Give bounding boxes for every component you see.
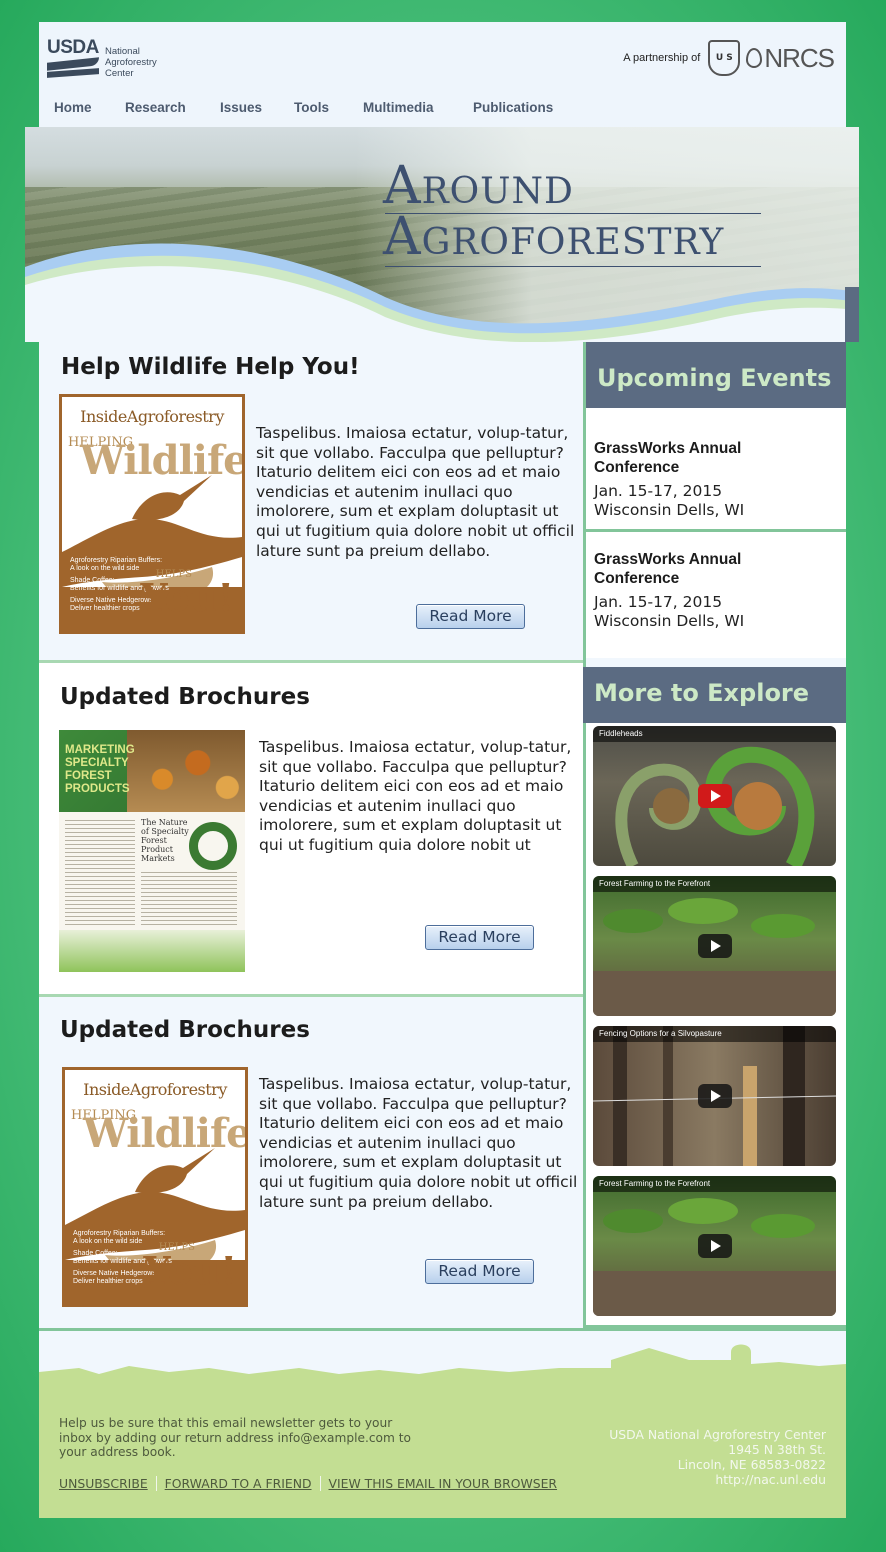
footer: Help us be sure that this email newslett…: [39, 1328, 846, 1518]
sidebar: Upcoming Events GrassWorks Annual Confer…: [583, 342, 846, 1328]
usda-logo-icon: USDA: [47, 38, 101, 78]
forward-link[interactable]: FORWARD TO A FRIEND: [155, 1476, 320, 1491]
read-more-button[interactable]: Read More: [416, 604, 525, 629]
video-thumbnail[interactable]: Fiddleheads: [593, 726, 836, 866]
video-thumbnail[interactable]: Forest Farming to the Forefront: [593, 1176, 836, 1316]
farm-silhouette-decoration: [39, 1344, 846, 1408]
nav-publications[interactable]: Publications: [473, 100, 553, 120]
video-thumbnail[interactable]: Fencing Options for a Silvopasture: [593, 1026, 836, 1166]
partnership-label: A partnership of: [623, 52, 701, 64]
footer-address: USDA National Agroforestry Center 1945 N…: [609, 1427, 826, 1487]
article-heading: Help Wildlife Help You!: [61, 354, 360, 380]
partnership: A partnership of U S NRCS: [623, 40, 835, 76]
forest-service-shield-icon[interactable]: U S: [708, 40, 741, 76]
upcoming-events-header: Upcoming Events: [586, 342, 846, 408]
nav-research[interactable]: Research: [125, 100, 186, 120]
article-body: Taspelibus. Imaiosa ectatur, volup-tatur…: [259, 738, 572, 854]
play-icon[interactable]: [697, 1084, 732, 1108]
article-heading: Updated Brochures: [60, 1017, 310, 1043]
inside-agroforestry-cover-image[interactable]: InsideAgroforestry HELPING Wildlife Agro…: [62, 1067, 248, 1307]
inside-agroforestry-cover-image[interactable]: InsideAgroforestry HELPING Wildlife Agro…: [59, 394, 245, 634]
play-icon[interactable]: [697, 1234, 732, 1258]
usda-nac-logo[interactable]: USDA National Agroforestry Center: [47, 38, 157, 79]
video-thumbnail[interactable]: Forest Farming to the Forefront: [593, 876, 836, 1016]
nav-multimedia[interactable]: Multimedia: [363, 100, 434, 120]
article-body: Taspelibus. Imaiosa ectatur, volup-tatur…: [259, 1075, 578, 1211]
nrcs-drop-icon: [746, 48, 763, 68]
specialty-forest-products-brochure-image[interactable]: MARKETING SPECIALTY FOREST PRODUCTS The …: [59, 730, 245, 972]
unsubscribe-link[interactable]: UNSUBSCRIBE: [59, 1476, 156, 1491]
newsletter-page: USDA National Agroforestry Center A part…: [25, 22, 859, 1518]
read-more-button[interactable]: Read More: [425, 925, 534, 950]
banner-wave-decoration: [25, 243, 859, 342]
read-more-button[interactable]: Read More: [425, 1259, 534, 1284]
article-updated-brochures-2: Updated Brochures InsideAgroforestry HEL…: [39, 997, 583, 1328]
article-body: Taspelibus. Imaiosa ectatur, volup-tatur…: [256, 424, 575, 560]
article-heading: Updated Brochures: [60, 684, 310, 710]
more-to-explore-header: More to Explore: [583, 667, 846, 723]
footer-note: Help us be sure that this email newslett…: [59, 1416, 411, 1460]
event-item[interactable]: GrassWorks Annual Conference Jan. 15-17,…: [586, 408, 846, 529]
event-item[interactable]: GrassWorks Annual Conference Jan. 15-17,…: [586, 532, 846, 658]
nrcs-logo[interactable]: NRCS: [764, 43, 835, 74]
nav-home[interactable]: Home: [54, 100, 92, 120]
hero-banner: AROUND AGROFORESTRY: [25, 127, 859, 342]
youtube-play-icon[interactable]: [697, 784, 732, 808]
view-in-browser-link[interactable]: VIEW THIS EMAIL IN YOUR BROWSER: [319, 1476, 566, 1491]
nav-tools[interactable]: Tools: [294, 100, 329, 120]
play-icon[interactable]: [697, 934, 732, 958]
article-help-wildlife: Help Wildlife Help You! InsideAgroforest…: [39, 342, 583, 660]
website-link[interactable]: http://nac.unl.edu: [609, 1472, 826, 1487]
article-updated-brochures: Updated Brochures MARKETING SPECIALTY FO…: [39, 663, 583, 994]
center-name: National Agroforestry Center: [105, 46, 157, 79]
footer-links: UNSUBSCRIBE FORWARD TO A FRIEND VIEW THI…: [59, 1476, 565, 1491]
nav-issues[interactable]: Issues: [220, 100, 262, 120]
